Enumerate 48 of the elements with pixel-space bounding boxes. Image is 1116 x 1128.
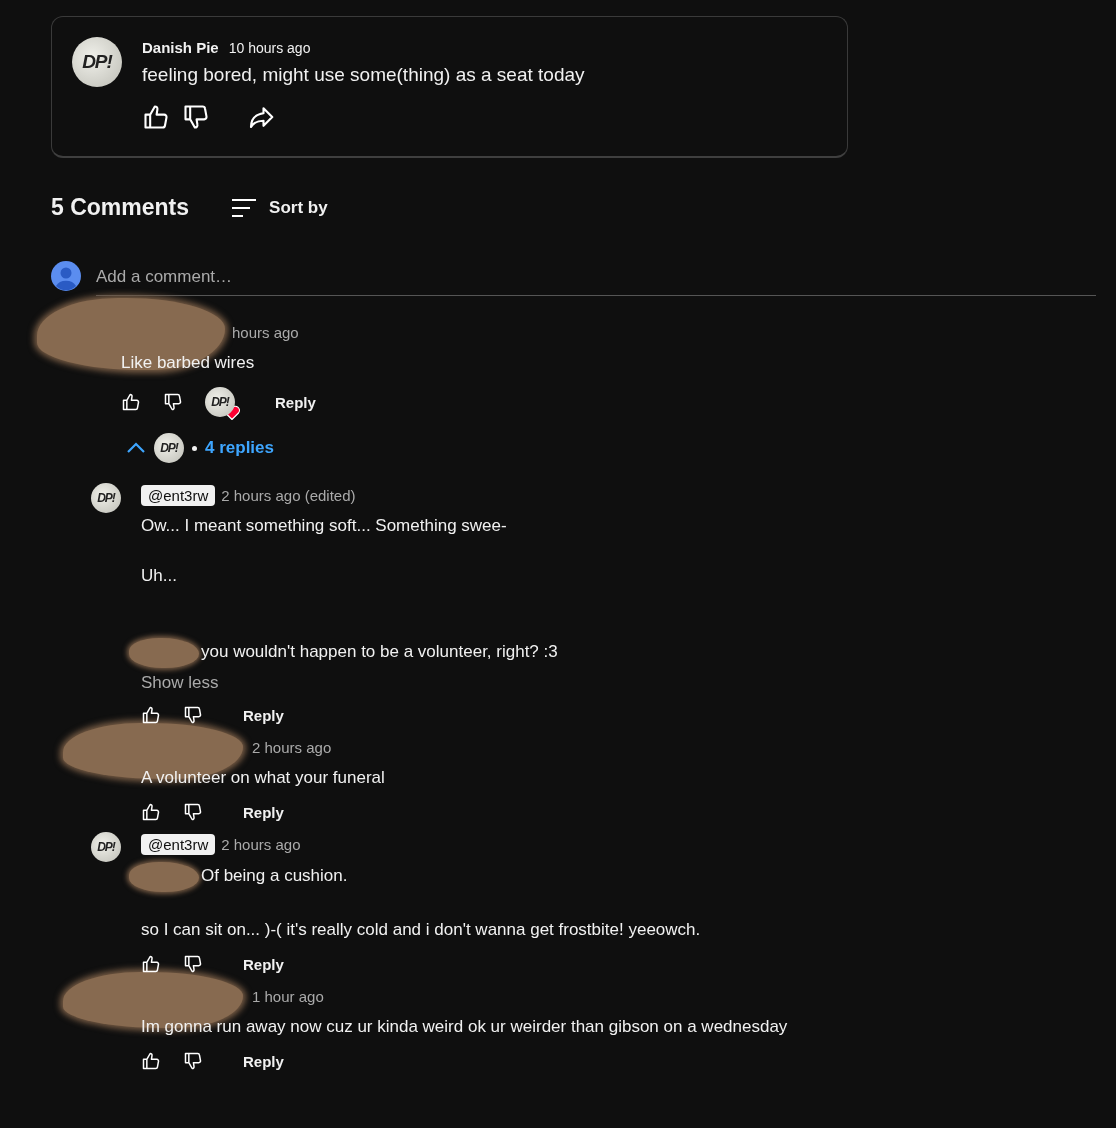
comment-text: A volunteer on what your funeral	[141, 768, 385, 787]
avatar[interactable]: DP!	[72, 37, 122, 87]
avatar[interactable]: DP!	[91, 832, 121, 862]
show-less-link[interactable]: Show less	[141, 673, 219, 693]
thumbs-up-icon[interactable]	[141, 1051, 161, 1071]
thumbs-up-icon[interactable]	[121, 392, 141, 412]
chevron-up-icon[interactable]	[126, 441, 146, 455]
user-avatar-icon	[51, 260, 81, 291]
timestamp: 1 hour ago	[252, 987, 324, 1005]
avatar[interactable]: DP!	[205, 387, 235, 417]
thumbs-up-icon[interactable]	[142, 103, 170, 131]
reply-button[interactable]: Reply	[243, 803, 284, 821]
thumbs-down-icon[interactable]	[163, 392, 183, 412]
comment-text: Uh...	[141, 566, 177, 585]
timestamp: 2 hours ago (edited)	[221, 486, 356, 504]
timestamp: 2 hours ago	[252, 738, 332, 756]
thumbs-up-icon[interactable]	[141, 705, 161, 725]
reply-button[interactable]: Reply	[243, 706, 284, 724]
comment-input[interactable]: Add a comment…	[96, 261, 1096, 296]
reply-button[interactable]: Reply	[275, 393, 316, 411]
thumbs-down-icon[interactable]	[183, 954, 203, 974]
post-text: feeling bored, might use some(thing) as a seat today	[142, 64, 585, 86]
comment-count: 5 Comments	[51, 194, 190, 221]
timestamp: 2 hours ago	[221, 835, 301, 853]
replies-toggle[interactable]: DP! 4 replies	[126, 433, 274, 463]
comment-text: Of being a cushion.	[201, 866, 348, 886]
timestamp: 10 hours ago	[228, 40, 311, 56]
comment-text: Like barbed wires	[121, 353, 255, 372]
thumbs-down-icon[interactable]	[183, 1051, 203, 1071]
thumbs-down-icon[interactable]	[182, 103, 210, 131]
timestamp: hours ago	[232, 323, 299, 341]
thumbs-down-icon[interactable]	[183, 802, 203, 822]
reply-button[interactable]: Reply	[243, 955, 284, 973]
thumbs-up-icon[interactable]	[141, 802, 161, 822]
avatar[interactable]: DP!	[154, 433, 184, 463]
author-handle[interactable]: @ent3rw	[141, 484, 216, 506]
comment-text: you wouldn't happen to be a volunteer, right? :3	[201, 642, 558, 662]
comment-text: Ow... I meant something soft... Something swee-	[141, 516, 507, 535]
sort-icon[interactable]	[231, 197, 258, 218]
thumbs-down-icon[interactable]	[183, 705, 203, 725]
thumbs-up-icon[interactable]	[141, 954, 161, 974]
reply-button[interactable]: Reply	[243, 1052, 284, 1070]
sort-button[interactable]: Sort by	[231, 197, 328, 218]
comment-text: so I can sit on... )-( it's really cold and i don't wanna get frostbite! yeeowch.	[141, 920, 701, 939]
author-name[interactable]: Danish Pie	[142, 39, 219, 56]
avatar[interactable]: DP!	[91, 483, 121, 513]
author-handle[interactable]: @ent3rw	[141, 833, 216, 855]
comment-text: Im gonna run away now cuz ur kinda weird ok ur weirder than gibson on a wednesday	[141, 1017, 788, 1036]
